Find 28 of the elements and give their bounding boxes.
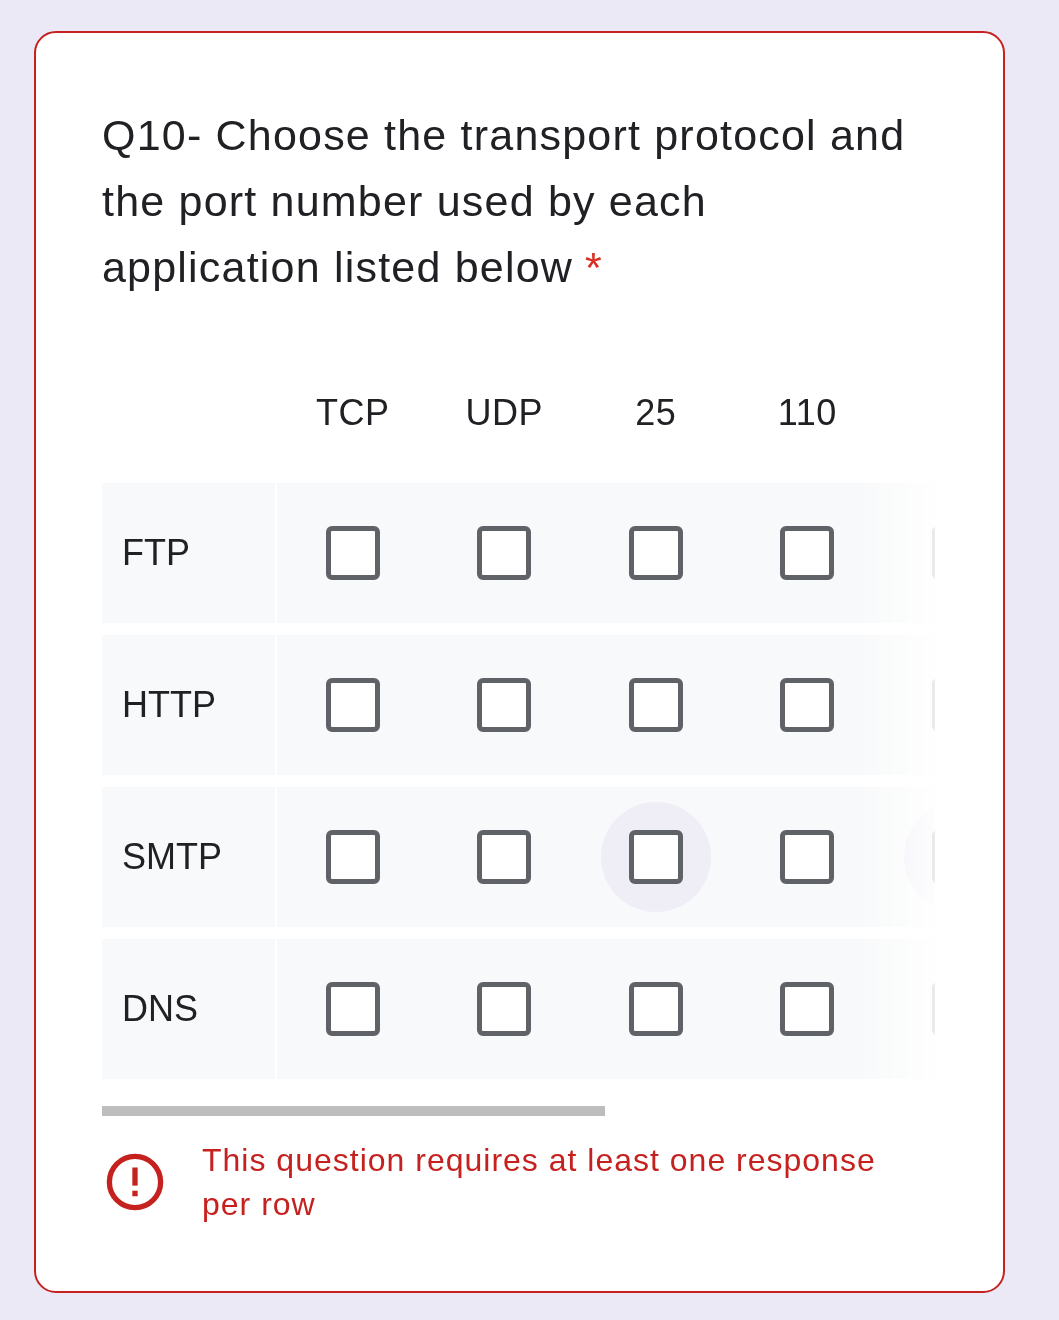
checkbox[interactable] <box>325 982 380 1036</box>
error-message: This question requires at least one response per row <box>202 1141 877 1224</box>
checkbox[interactable] <box>477 982 532 1036</box>
checkbox[interactable] <box>780 526 835 580</box>
checkbox[interactable] <box>325 526 380 580</box>
question-title: Q10- Choose the transport protocol and the port number used by each application listed below * <box>102 110 907 293</box>
row-label: DNS <box>122 988 198 1030</box>
checkbox[interactable] <box>325 678 380 732</box>
checkbox[interactable] <box>477 526 532 580</box>
column-header: UDP <box>465 392 543 434</box>
checkbox[interactable] <box>780 982 835 1036</box>
row-label: SMTP <box>122 836 222 878</box>
checkbox[interactable] <box>780 830 835 884</box>
checkbox[interactable] <box>628 830 683 884</box>
scrollbar-thumb[interactable] <box>102 1106 605 1116</box>
column-header: 110 <box>777 392 837 434</box>
row-label: HTTP <box>122 684 216 726</box>
checkbox[interactable] <box>780 678 835 732</box>
row-label: FTP <box>122 532 190 574</box>
checkbox[interactable] <box>628 526 683 580</box>
error-icon <box>106 1153 164 1211</box>
column-header: 25 <box>635 392 677 434</box>
checkbox[interactable] <box>628 982 683 1036</box>
column-header: TCP <box>316 392 390 434</box>
checkbox[interactable] <box>325 830 380 884</box>
checkbox[interactable] <box>477 678 532 732</box>
checkbox[interactable] <box>477 830 532 884</box>
checkbox[interactable] <box>628 678 683 732</box>
